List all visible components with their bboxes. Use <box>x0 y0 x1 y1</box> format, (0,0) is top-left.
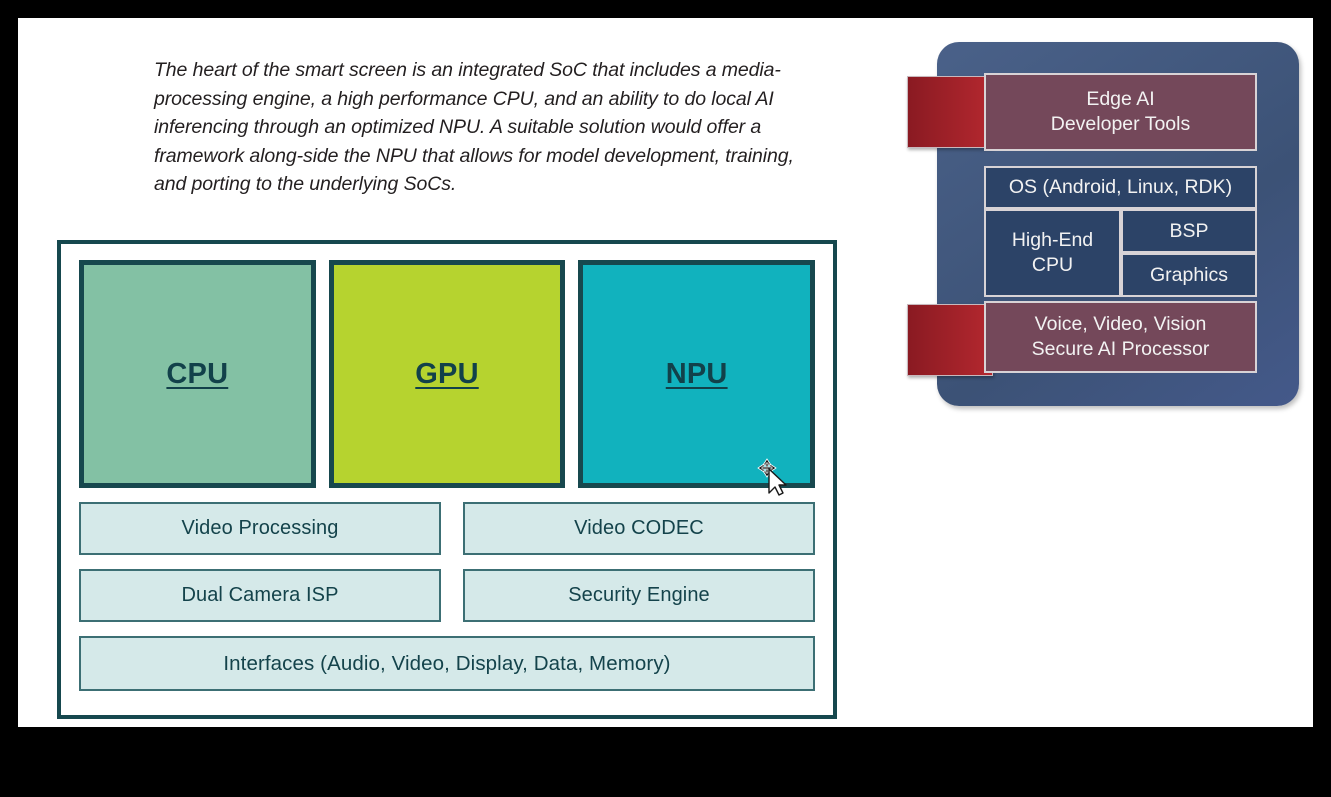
soc-block-video-codec-label: Video CODEC <box>574 517 704 539</box>
slide-surface: The heart of the smart screen is an inte… <box>18 18 1313 727</box>
soc-block-video-processing-label: Video Processing <box>181 517 339 539</box>
stack-panel-graphics[interactable]: Graphics <box>1121 253 1257 297</box>
soc-block-video-processing[interactable]: Video Processing <box>79 502 441 555</box>
stack-panel-ai-proc-line1: Voice, Video, Vision <box>1034 313 1207 336</box>
soc-block-npu-label: NPU <box>665 357 728 390</box>
soc-block-diagram: CPU GPU NPU Video Processing Video CODEC <box>57 240 837 719</box>
red-accent-tab-bottom <box>907 304 993 376</box>
soc-block-interfaces-label: Interfaces (Audio, Video, Display, Data,… <box>223 651 671 675</box>
soc-block-video-codec[interactable]: Video CODEC <box>463 502 815 555</box>
soc-block-security-engine-label: Security Engine <box>568 584 710 606</box>
soc-function-rows: Video Processing Video CODEC Dual Camera… <box>79 502 815 691</box>
stack-panel-cpu-line2: CPU <box>1031 254 1074 276</box>
stack-panel-high-end-cpu[interactable]: High-End CPU <box>984 209 1121 297</box>
screenshot-canvas: The heart of the smart screen is an inte… <box>0 0 1331 797</box>
stack-panel-ai-proc-line2: Secure AI Processor <box>1031 338 1210 360</box>
stack-panel-os-label: OS (Android, Linux, RDK) <box>1008 176 1233 199</box>
soc-block-cpu[interactable]: CPU <box>79 260 316 488</box>
soc-block-cpu-label: CPU <box>166 357 229 390</box>
stack-panel-secure-ai-processor[interactable]: Voice, Video, Vision Secure AI Processor <box>984 301 1257 373</box>
soc-block-gpu-label: GPU <box>415 357 479 390</box>
soc-block-security-engine[interactable]: Security Engine <box>463 569 815 622</box>
stack-panel-bsp[interactable]: BSP <box>1121 209 1257 253</box>
intro-paragraph: The heart of the smart screen is an inte… <box>154 59 794 195</box>
soc-core-row: CPU GPU NPU <box>79 260 816 488</box>
soc-row-2: Dual Camera ISP Security Engine <box>79 569 815 622</box>
stack-panel-cpu-line1: High-End <box>1011 229 1094 252</box>
stack-panel-edge-ai-developer-tools[interactable]: Edge AI Developer Tools <box>984 73 1257 151</box>
stack-panel-os[interactable]: OS (Android, Linux, RDK) <box>984 166 1257 209</box>
soc-block-dual-camera-isp-label: Dual Camera ISP <box>181 584 339 606</box>
soc-row-1: Video Processing Video CODEC <box>79 502 815 555</box>
soc-block-gpu[interactable]: GPU <box>328 260 566 488</box>
stack-panel-graphics-label: Graphics <box>1149 263 1229 286</box>
stack-panel-bsp-label: BSP <box>1169 219 1209 242</box>
soc-block-npu[interactable]: NPU <box>578 260 816 488</box>
soc-block-interfaces[interactable]: Interfaces (Audio, Video, Display, Data,… <box>79 636 815 691</box>
red-accent-tab-top <box>907 76 993 148</box>
stack-panel-edge-ai-line1: Edge AI <box>1086 88 1155 111</box>
soc-block-dual-camera-isp[interactable]: Dual Camera ISP <box>79 569 441 622</box>
stack-panel-edge-ai-line2: Developer Tools <box>1050 113 1191 135</box>
soc-row-3: Interfaces (Audio, Video, Display, Data,… <box>79 636 815 691</box>
